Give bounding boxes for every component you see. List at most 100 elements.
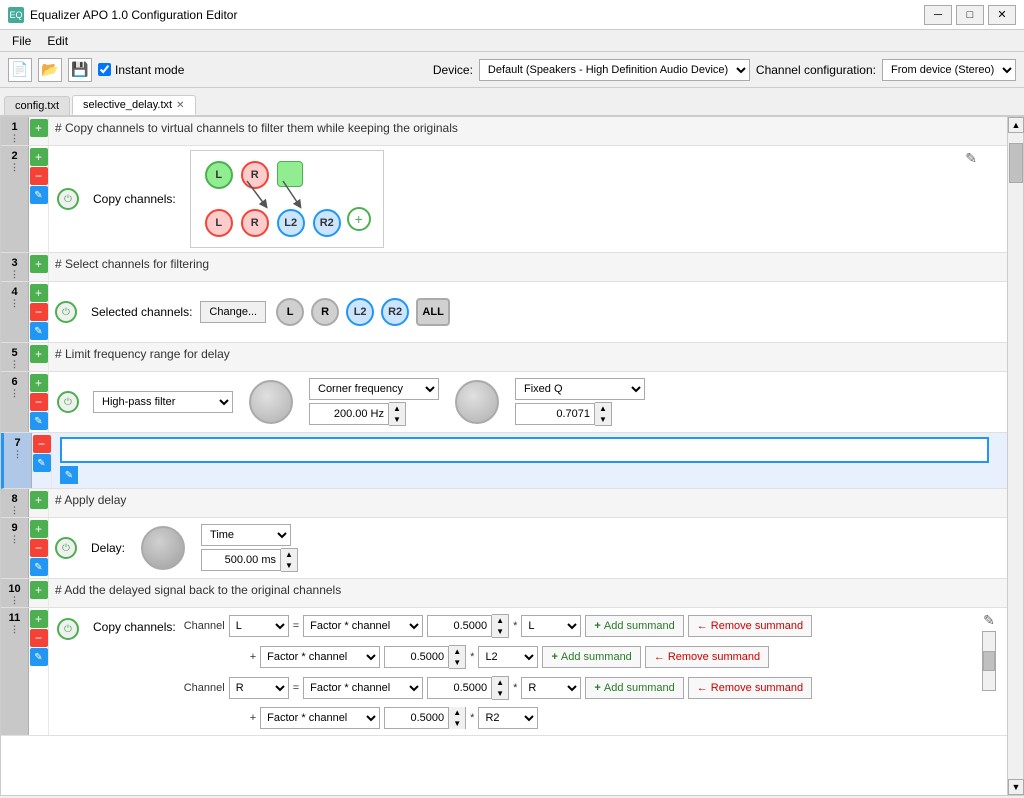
ch-mix-2-factor-type[interactable]: Factor * channel <box>260 646 380 668</box>
freq-down[interactable]: ▼ <box>389 414 405 425</box>
ch-mix-3-factor-input[interactable] <box>427 677 492 699</box>
row-8-add[interactable]: + <box>30 491 48 509</box>
ch-mix-2-add-summand[interactable]: + Add summand <box>542 646 640 668</box>
save-button[interactable]: 💾 <box>68 58 92 82</box>
ch-mix-1-remove-summand[interactable]: ← Remove summand <box>688 615 812 637</box>
row-6-power[interactable]: ⏻ <box>57 391 79 413</box>
maximize-button[interactable]: □ <box>956 5 984 25</box>
ch-mix-3-factor-down[interactable]: ▼ <box>492 688 508 699</box>
row-11-edit[interactable]: ✎ <box>30 648 48 666</box>
delay-knob[interactable] <box>141 526 185 570</box>
ch-mix-3-factor-up[interactable]: ▲ <box>492 677 508 688</box>
delay-up[interactable]: ▲ <box>281 549 297 560</box>
row-9-expand[interactable]: ⋮ <box>10 534 19 545</box>
row-1-add[interactable]: + <box>30 119 48 137</box>
scroll-down-btn[interactable]: ▼ <box>1008 779 1024 795</box>
ch-mix-1-factor-up[interactable]: ▲ <box>492 615 508 626</box>
row-6-expand[interactable]: ⋮ <box>10 388 19 399</box>
row-9-add[interactable]: + <box>30 520 48 538</box>
ch-mix-1-add-summand[interactable]: + Add summand <box>585 615 683 637</box>
ch-mix-2-factor-input[interactable] <box>384 646 449 668</box>
scroll-up-btn[interactable]: ▲ <box>1008 117 1024 133</box>
ch-mix-3-factor-type[interactable]: Factor * channel <box>303 677 423 699</box>
filter-text-input[interactable]: Filter: ON LP Fc 2000 Hz <box>60 437 989 463</box>
ch-mix-4-factor-type[interactable]: Factor * channel <box>260 707 380 729</box>
row-7-remove[interactable]: − <box>33 435 51 453</box>
row-10-expand[interactable]: ⋮ <box>10 595 19 606</box>
delay-type-select[interactable]: Time <box>201 524 291 546</box>
ch-mix-4-src[interactable]: R2 <box>478 707 538 729</box>
q-input[interactable]: 0.7071 <box>515 403 595 425</box>
change-channels-btn[interactable]: Change... <box>200 301 266 323</box>
freq-up[interactable]: ▲ <box>389 403 405 414</box>
row-11-pencil[interactable]: ✎ <box>983 612 995 629</box>
device-select[interactable]: Default (Speakers - High Definition Audi… <box>479 59 750 81</box>
row-6-edit[interactable]: ✎ <box>30 412 48 430</box>
ch-mix-3-dst[interactable]: R <box>229 677 289 699</box>
row-2-power[interactable]: ⏻ <box>57 188 79 210</box>
row-9-power[interactable]: ⏻ <box>55 537 77 559</box>
row-11-add[interactable]: + <box>30 610 48 628</box>
q-up[interactable]: ▲ <box>595 403 611 414</box>
ch-mix-4-factor-down[interactable]: ▼ <box>449 718 465 729</box>
ch-mix-3-remove-summand[interactable]: ← Remove summand <box>688 677 812 699</box>
scroll-thumb[interactable] <box>1009 143 1023 183</box>
tab-selective-delay[interactable]: selective_delay.txt ✕ <box>72 95 195 115</box>
filter-knob-2[interactable] <box>455 380 499 424</box>
ch-sel-R2[interactable]: R2 <box>381 298 409 326</box>
row-9-edit[interactable]: ✎ <box>30 558 48 576</box>
row-11-remove[interactable]: − <box>30 629 48 647</box>
open-button[interactable]: 📂 <box>38 58 62 82</box>
row-2-remove[interactable]: − <box>30 167 48 185</box>
main-scrollbar[interactable]: ▲ ▼ <box>1007 117 1023 795</box>
menu-edit[interactable]: Edit <box>39 32 76 50</box>
row-3-add[interactable]: + <box>30 255 48 273</box>
ch-mix-4-factor-up[interactable]: ▲ <box>449 707 465 718</box>
ch-btn-R-bot[interactable]: R <box>241 209 269 237</box>
row-2-expand[interactable]: ⋮ <box>10 162 19 173</box>
delay-down[interactable]: ▼ <box>281 560 297 571</box>
ch-btn-L-bot[interactable]: L <box>205 209 233 237</box>
ch-mix-1-src[interactable]: L <box>521 615 581 637</box>
row-3-expand[interactable]: ⋮ <box>10 269 19 280</box>
ch-mix-1-factor-down[interactable]: ▼ <box>492 626 508 637</box>
row-4-power[interactable]: ⏻ <box>55 301 77 323</box>
row-11-power[interactable]: ⏻ <box>57 618 79 640</box>
row-2-edit[interactable]: ✎ <box>30 186 48 204</box>
q-type-select[interactable]: Fixed Q <box>515 378 645 400</box>
ch-mix-2-src[interactable]: L2 <box>478 646 538 668</box>
minimize-button[interactable]: ─ <box>924 5 952 25</box>
corner-freq-select[interactable]: Corner frequency <box>309 378 439 400</box>
freq-input[interactable]: 200.00 Hz <box>309 403 389 425</box>
delay-input[interactable]: 500.00 ms <box>201 549 281 571</box>
new-button[interactable]: 📄 <box>8 58 32 82</box>
row-6-add[interactable]: + <box>30 374 48 392</box>
ch-mix-2-remove-summand[interactable]: ← Remove summand <box>645 646 769 668</box>
ch-mix-3-add-summand[interactable]: + Add summand <box>585 677 683 699</box>
filter-type-select[interactable]: High-pass filter <box>93 391 233 413</box>
row-6-remove[interactable]: − <box>30 393 48 411</box>
channel-config-select[interactable]: From device (Stereo) <box>882 59 1016 81</box>
ch-mix-3-src[interactable]: R <box>521 677 581 699</box>
row-1-expand[interactable]: ⋮ <box>10 133 19 144</box>
ch-mix-2-factor-down[interactable]: ▼ <box>449 657 465 668</box>
menu-file[interactable]: File <box>4 32 39 50</box>
row-2-add[interactable]: + <box>30 148 48 166</box>
instant-mode-checkbox[interactable] <box>98 63 111 76</box>
ch-mix-1-factor-input[interactable] <box>427 615 492 637</box>
ch-sel-ALL[interactable]: ALL <box>416 298 450 326</box>
ch-mix-1-dst[interactable]: L <box>229 615 289 637</box>
row-4-remove[interactable]: − <box>30 303 48 321</box>
q-down[interactable]: ▼ <box>595 414 611 425</box>
row-10-add[interactable]: + <box>30 581 48 599</box>
filter-text-edit-icon[interactable]: ✎ <box>60 466 78 484</box>
tab-close-selective-delay[interactable]: ✕ <box>176 100 184 111</box>
ch-mix-2-factor-up[interactable]: ▲ <box>449 646 465 657</box>
row-4-edit[interactable]: ✎ <box>30 322 48 340</box>
ch-sel-L2[interactable]: L2 <box>346 298 374 326</box>
row-11-scrollbar[interactable] <box>982 631 996 691</box>
row-2-pencil[interactable]: ✎ <box>965 150 977 167</box>
ch-sel-L[interactable]: L <box>276 298 304 326</box>
row-4-add[interactable]: + <box>30 284 48 302</box>
scroll-track[interactable] <box>1008 133 1023 779</box>
